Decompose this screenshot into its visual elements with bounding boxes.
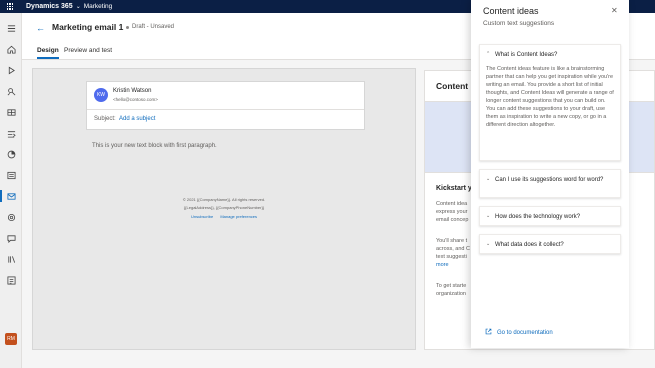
divider	[87, 109, 364, 110]
sender-email: <hello@contoso.com>	[113, 97, 158, 102]
back-arrow-icon[interactable]: ←	[36, 23, 45, 33]
footer-address: {{LegalAddress}}, {{CompanyPhoneNumber}}	[183, 205, 265, 210]
documentation-link[interactable]: Go to documentation	[485, 328, 553, 337]
segments-icon[interactable]	[4, 105, 18, 119]
panel-subtitle: Custom text suggestions	[483, 20, 555, 27]
add-subject-link[interactable]: Add a subject	[119, 116, 155, 122]
intro-line-1: Content idea	[436, 201, 468, 207]
user-avatar[interactable]: RM	[5, 333, 17, 345]
tab-preview-and-test[interactable]: Preview and test	[64, 47, 112, 54]
kickstart-heading: Kickstart y	[436, 185, 472, 192]
calendar-icon[interactable]	[4, 126, 18, 140]
accordion-header[interactable]: ⌄ How does the technology work?	[486, 213, 613, 221]
accordion-header[interactable]: ⌄ Can I use its suggestions word for wor…	[486, 176, 613, 184]
chevron-down-icon: ⌄	[486, 213, 491, 219]
page-title: Marketing email 1	[52, 22, 124, 32]
accordion-suggestions-word-for-word[interactable]: ⌄ Can I use its suggestions word for wor…	[479, 169, 621, 198]
play-icon[interactable]	[4, 63, 18, 77]
text-block[interactable]: This is your new text block with first p…	[92, 143, 217, 149]
pin-icon[interactable]	[4, 84, 18, 98]
panel-title: Content ideas	[483, 6, 539, 16]
templates-icon[interactable]	[4, 273, 18, 287]
content-card-title: Content	[436, 81, 469, 91]
sender-avatar: KW	[94, 88, 108, 102]
email-icon[interactable]	[0, 189, 18, 203]
accordion-header[interactable]: ⌄ What data does it collect?	[486, 241, 613, 249]
manage-preferences-link[interactable]: Manage preferences	[220, 214, 257, 219]
accordion-label: How does the technology work?	[495, 214, 581, 220]
tab-design[interactable]: Design	[37, 47, 59, 59]
status-text: Draft - Unsaved	[132, 24, 175, 30]
documentation-link-label: Go to documentation	[497, 329, 553, 336]
email-preview[interactable]: KW Kristin Watson <hello@contoso.com> Su…	[32, 68, 416, 350]
unsubscribe-link[interactable]: Unsubscribe	[191, 214, 213, 219]
intro-line-3: email concep	[436, 217, 469, 223]
forms-icon[interactable]	[4, 210, 18, 224]
accordion-label: Can I use its suggestions word for word?	[495, 177, 604, 183]
area-name: Marketing	[83, 3, 113, 10]
external-link-icon	[485, 328, 493, 337]
chevron-down-icon[interactable]: ⌄	[76, 3, 81, 10]
accordion-header[interactable]: ⌃ What is Content Ideas?	[486, 51, 613, 59]
accordion-label: What data does it collect?	[495, 242, 564, 248]
accordion-body: The Content ideas feature is like a brai…	[486, 66, 614, 128]
home-icon[interactable]	[4, 42, 18, 56]
chat-icon[interactable]	[4, 231, 18, 245]
start-line-2: organization	[436, 291, 466, 297]
subject-label: Subject:	[94, 116, 116, 122]
more-link[interactable]: more	[436, 262, 449, 268]
share-line-3: text suggesti	[436, 254, 467, 260]
share-line-1: You'll share t	[436, 238, 468, 244]
content-ideas-panel: Content ideas Custom text suggestions ✕ …	[471, 0, 629, 348]
library-icon[interactable]	[4, 252, 18, 266]
chevron-up-icon: ⌃	[486, 51, 491, 57]
accordion-what-is-content-ideas[interactable]: ⌃ What is Content Ideas? The Content ide…	[479, 44, 621, 161]
left-navigation-rail: RM	[0, 13, 22, 368]
accordion-label: What is Content Ideas?	[495, 52, 558, 58]
app-name[interactable]: Dynamics 365	[26, 3, 73, 10]
footer-copyright: © 2021 {{CompanyName}}. All rights reser…	[182, 197, 266, 202]
intro-line-2: express your	[436, 209, 468, 215]
accordion-data-collected[interactable]: ⌄ What data does it collect?	[479, 234, 621, 254]
start-line-1: To get starte	[436, 283, 467, 289]
footer-links: Unsubscribe Manage preferences	[33, 214, 415, 219]
sender-name: Kristin Watson	[113, 88, 152, 94]
status-dot-icon	[126, 26, 129, 29]
email-header-card[interactable]: KW Kristin Watson <hello@contoso.com> Su…	[86, 81, 365, 130]
app-launcher-icon[interactable]	[0, 0, 20, 13]
share-line-2: across, and C	[436, 246, 470, 252]
close-icon[interactable]: ✕	[611, 6, 618, 15]
menu-icon[interactable]	[4, 21, 18, 35]
list-icon[interactable]	[4, 168, 18, 182]
accordion-how-technology-works[interactable]: ⌄ How does the technology work?	[479, 206, 621, 226]
chevron-down-icon: ⌄	[486, 176, 491, 182]
chevron-down-icon: ⌄	[486, 241, 491, 247]
insights-icon[interactable]	[4, 147, 18, 161]
